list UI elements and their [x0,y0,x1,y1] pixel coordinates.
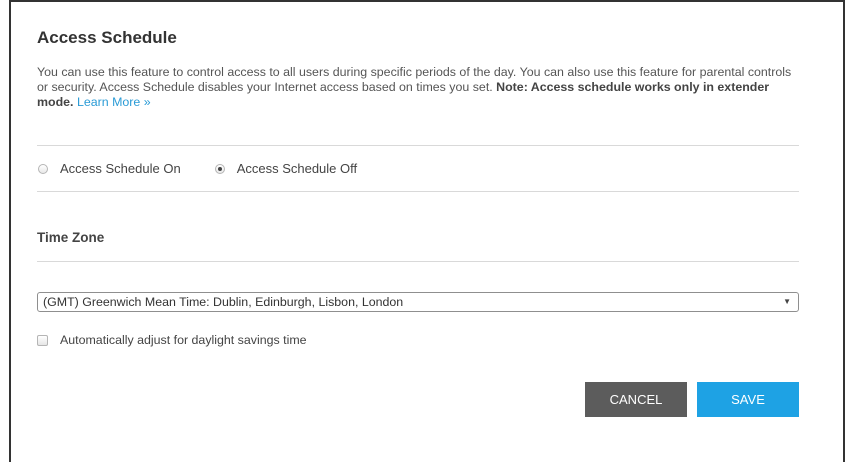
divider [37,145,799,146]
cancel-button[interactable]: CANCEL [585,382,687,417]
time-zone-title: Time Zone [37,230,105,245]
dst-option[interactable]: Automatically adjust for daylight saving… [37,333,307,347]
dst-label: Automatically adjust for daylight saving… [60,333,307,347]
time-zone-select[interactable]: (GMT) Greenwich Mean Time: Dublin, Edinb… [37,292,799,312]
description: You can use this feature to control acce… [37,65,799,110]
dst-checkbox[interactable] [37,334,48,346]
schedule-off-label: Access Schedule Off [236,161,358,176]
schedule-off-radio[interactable] [214,163,225,174]
learn-more-link[interactable]: Learn More » [77,95,151,109]
schedule-on-radio[interactable] [38,163,48,174]
page-title: Access Schedule [37,28,177,47]
panel-frame: Access Schedule You can use this feature… [9,0,845,462]
chevron-down-icon: ▼ [783,297,791,306]
schedule-on-label: Access Schedule On [60,161,181,176]
schedule-radio-group: Access Schedule On Access Schedule Off [37,161,357,176]
time-zone-value: (GMT) Greenwich Mean Time: Dublin, Edinb… [43,295,404,309]
schedule-on-option[interactable]: Access Schedule On [38,161,181,176]
save-button[interactable]: SAVE [697,382,799,417]
divider [37,261,799,262]
divider [37,191,799,192]
schedule-off-option[interactable]: Access Schedule Off [214,161,358,176]
